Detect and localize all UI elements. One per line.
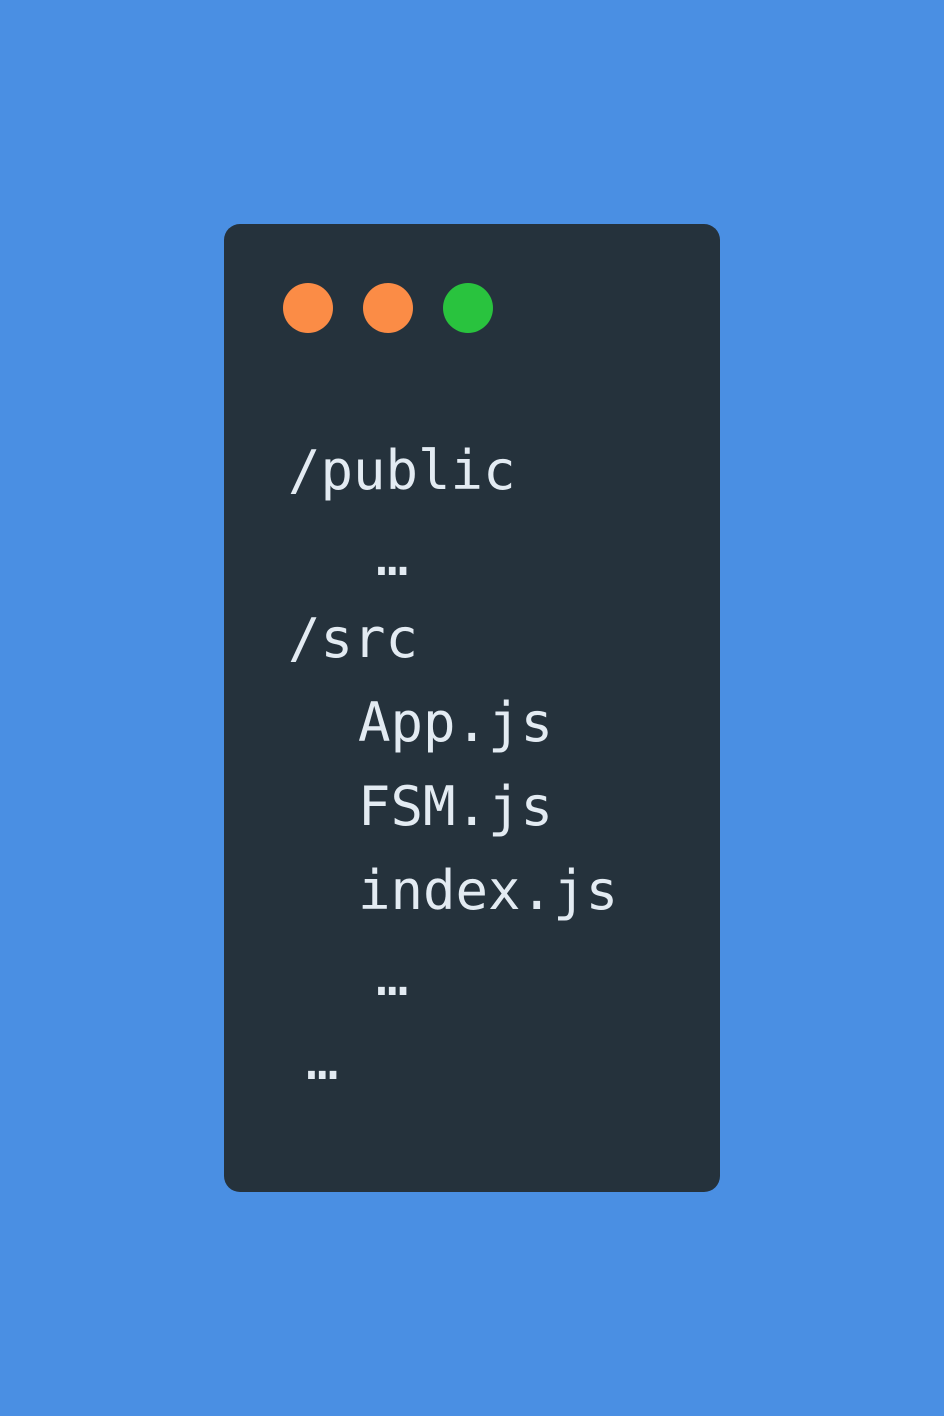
- ellipsis-src-children: …: [376, 945, 409, 1008]
- file-tree: /public … /src App.js FSM.js index.js … …: [288, 224, 708, 1192]
- ellipsis-root-children: …: [306, 1029, 339, 1092]
- code-window: /public … /src App.js FSM.js index.js … …: [224, 224, 720, 1192]
- folder-public: /public: [288, 439, 516, 502]
- file-index-js: index.js: [358, 859, 619, 922]
- folder-src: /src: [288, 607, 419, 670]
- file-fsm-js: FSM.js: [358, 775, 554, 838]
- ellipsis-public-children: …: [376, 525, 409, 588]
- file-app-js: App.js: [358, 691, 554, 754]
